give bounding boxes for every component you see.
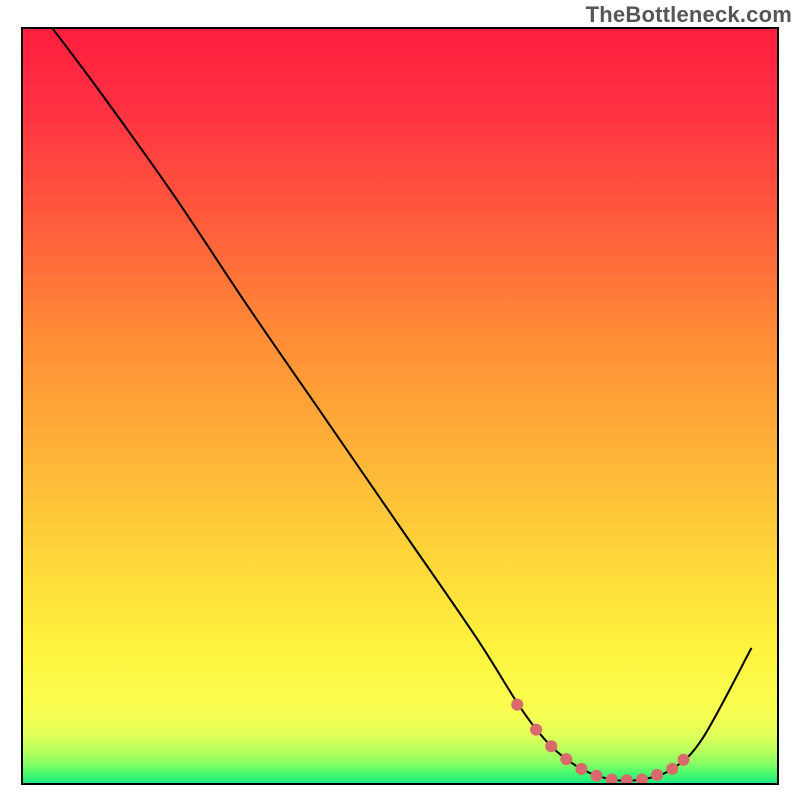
trough-dot bbox=[591, 770, 603, 782]
trough-dot bbox=[530, 724, 542, 736]
bottleneck-chart bbox=[0, 0, 800, 800]
trough-dot bbox=[651, 769, 663, 781]
trough-dot bbox=[575, 763, 587, 775]
trough-dot bbox=[511, 699, 523, 711]
watermark-text: TheBottleneck.com bbox=[586, 2, 792, 28]
trough-dot bbox=[678, 754, 690, 766]
trough-dot bbox=[560, 753, 572, 765]
trough-dot bbox=[545, 740, 557, 752]
trough-dot bbox=[666, 763, 678, 775]
chart-frame: { "watermark": "TheBottleneck.com", "cha… bbox=[0, 0, 800, 800]
